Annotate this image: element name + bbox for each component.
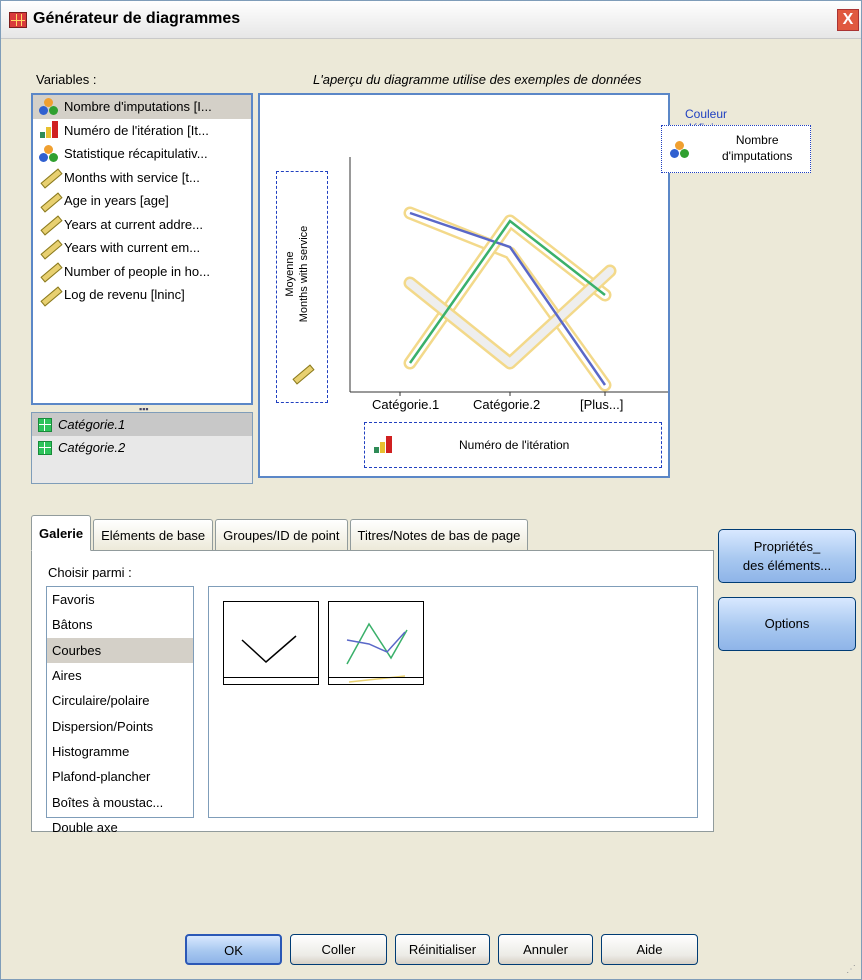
multiple-line-thumbnail[interactable] xyxy=(328,601,424,685)
chart-type-item[interactable]: Plafond-plancher xyxy=(47,764,193,789)
reset-button[interactable]: Réinitialiser xyxy=(395,934,490,965)
variable-item[interactable]: Log de revenu [lninc] xyxy=(33,283,251,307)
x-tick-label: Catégorie.1 xyxy=(372,397,440,412)
tab-groups-point-id[interactable]: Groupes/ID de point xyxy=(215,519,348,551)
cancel-button[interactable]: Annuler xyxy=(498,934,593,965)
x-axis-label: Numéro de l'itération xyxy=(459,438,570,452)
variable-item[interactable]: Age in years [age] xyxy=(33,189,251,213)
chart-type-item[interactable]: Boîtes à moustac... xyxy=(47,789,193,814)
variable-label: Nombre d'imputations [I... xyxy=(64,99,212,115)
legend-value-line2: d'imputations xyxy=(722,149,793,163)
category-icon xyxy=(38,440,52,455)
y-axis-label-line1: Moyenne xyxy=(284,251,296,297)
ordinal-icon xyxy=(373,436,393,454)
resize-grip-icon[interactable]: ⋰ xyxy=(846,964,858,976)
chart-builder-icon xyxy=(9,12,27,28)
x-axis-drop-zone[interactable]: Numéro de l'itération xyxy=(364,422,662,468)
variable-label: Numéro de l'itération [It... xyxy=(64,122,209,138)
x-tick-label: [Plus...] xyxy=(580,397,624,412)
x-tick-label: Catégorie.2 xyxy=(473,397,541,412)
gallery-panel: Choisir parmi : Favoris Bâtons Courbes A… xyxy=(31,550,714,835)
properties-label-line2: des éléments... xyxy=(742,558,832,573)
properties-label-line1: Propriétés_ xyxy=(753,539,821,554)
chart-builder-window: Générateur de diagrammes X Variables : L… xyxy=(0,0,862,980)
options-button[interactable]: Options xyxy=(718,597,856,651)
y-axis-drop-zone[interactable]: Moyenne Months with service xyxy=(276,171,328,403)
ordinal-icon xyxy=(39,121,59,139)
scale-ruler-icon xyxy=(39,286,59,304)
variable-label: Statistique récapitulativ... xyxy=(64,146,208,162)
nominal-icon xyxy=(39,97,59,116)
category-item[interactable]: Catégorie.1 xyxy=(32,413,252,436)
category-list[interactable]: Catégorie.1 Catégorie.2 xyxy=(31,412,253,484)
scale-ruler-icon xyxy=(39,239,59,257)
chart-type-item[interactable]: Aires xyxy=(47,663,193,688)
chart-type-item[interactable]: Favoris xyxy=(47,587,193,612)
scale-ruler-icon xyxy=(39,168,59,186)
multi-line-green xyxy=(346,622,408,665)
chart-gallery xyxy=(208,586,698,818)
variable-item[interactable]: Nombre d'imputations [I... xyxy=(33,95,251,119)
paste-button[interactable]: Coller xyxy=(290,934,387,965)
help-button[interactable]: Aide xyxy=(601,934,698,965)
chart-preview-canvas[interactable]: Couleur définie Nombre d'imputations Moy… xyxy=(258,93,811,478)
tab-bar: Galerie Eléments de base Groupes/ID de p… xyxy=(31,515,530,551)
chart-type-item[interactable]: Bâtons xyxy=(47,612,193,637)
chart-type-list[interactable]: Favoris Bâtons Courbes Aires Circulaire/… xyxy=(46,586,194,835)
ok-button[interactable]: OK xyxy=(185,934,282,965)
variable-label: Years with current em... xyxy=(64,240,201,256)
chart-type-item[interactable]: Circulaire/polaire xyxy=(47,688,193,713)
variable-label: Log de revenu [lninc] xyxy=(64,287,185,303)
variable-item[interactable]: Years with current em... xyxy=(33,236,251,260)
multi-line-gold xyxy=(348,675,406,683)
chart-type-item[interactable]: Histogramme xyxy=(47,739,193,764)
variable-label: Years at current addre... xyxy=(64,216,203,232)
variable-label: Number of people in ho... xyxy=(64,263,210,279)
tab-gallery[interactable]: Galerie xyxy=(31,515,92,551)
close-button[interactable]: X xyxy=(837,9,859,31)
chart-type-item[interactable]: Dispersion/Points xyxy=(47,713,193,738)
variable-label: Months with service [t... xyxy=(64,169,200,185)
element-properties-button[interactable]: Propriétés_ des éléments... xyxy=(718,529,856,583)
legend-drop-zone[interactable]: Nombre d'imputations xyxy=(661,125,811,173)
title-bar[interactable]: Générateur de diagrammes X xyxy=(1,1,861,39)
chart-type-item[interactable]: Courbes xyxy=(47,637,193,663)
window-title: Générateur de diagrammes xyxy=(33,10,241,27)
variable-item[interactable]: Numéro de l'itération [It... xyxy=(33,119,251,143)
variable-item[interactable]: Years at current addre... xyxy=(33,213,251,237)
simple-line-glyph xyxy=(241,635,297,664)
scale-ruler-icon xyxy=(39,215,59,233)
choose-label: Choisir parmi : xyxy=(48,565,132,580)
preview-note: L'aperçu du diagramme utilise des exempl… xyxy=(313,72,642,87)
scale-ruler-icon xyxy=(291,364,311,382)
simple-line-thumbnail[interactable] xyxy=(223,601,319,685)
scale-ruler-icon xyxy=(39,262,59,280)
tab-basic-elements[interactable]: Eléments de base xyxy=(93,519,214,551)
category-label: Catégorie.1 xyxy=(58,417,126,432)
category-item[interactable]: Catégorie.2 xyxy=(32,436,252,459)
chart-type-item[interactable]: Double axe xyxy=(47,815,193,840)
category-label: Catégorie.2 xyxy=(58,440,126,455)
category-icon xyxy=(38,417,52,432)
nominal-icon xyxy=(670,141,690,159)
variable-list[interactable]: Nombre d'imputations [I... Numéro de l'i… xyxy=(31,93,253,405)
tab-titles-footnotes[interactable]: Titres/Notes de bas de page xyxy=(349,519,529,551)
variables-label: Variables : xyxy=(36,72,97,87)
y-axis-label-line2: Months with service xyxy=(298,225,310,323)
variable-item[interactable]: Months with service [t... xyxy=(33,166,251,190)
variable-item[interactable]: Statistique récapitulativ... xyxy=(33,142,251,166)
variable-label: Age in years [age] xyxy=(64,193,169,209)
variable-item[interactable]: Number of people in ho... xyxy=(33,260,251,284)
scale-ruler-icon xyxy=(39,192,59,210)
legend-value-line1: Nombre xyxy=(735,133,779,147)
options-label: Options xyxy=(764,616,810,631)
nominal-icon xyxy=(39,144,59,163)
